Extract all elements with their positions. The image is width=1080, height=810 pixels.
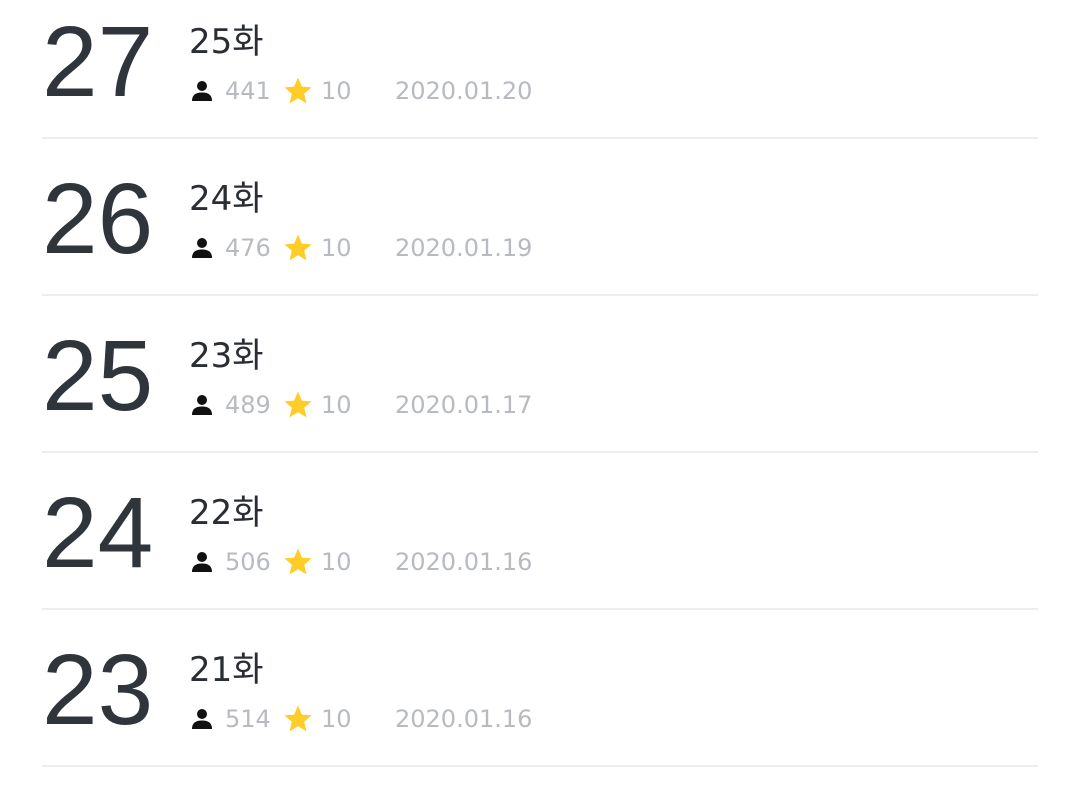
episode-date: 2020.01.20 — [395, 77, 533, 105]
episode-meta: 441 10 2020.01.20 — [191, 74, 532, 108]
person-icon — [192, 395, 212, 415]
star-icon — [284, 705, 312, 732]
rating-value: 10 — [321, 391, 352, 419]
episode-title: 22화 — [189, 493, 264, 533]
episode-row[interactable]: 23 21화 514 10 2020.01.16 — [42, 610, 1038, 767]
episode-title: 23화 — [189, 336, 264, 376]
episode-meta: 506 10 2020.01.16 — [191, 545, 532, 579]
episode-title: 25화 — [189, 22, 264, 62]
episode-row[interactable]: 25 23화 489 10 2020.01.17 — [42, 296, 1038, 453]
view-count: 514 — [225, 705, 271, 733]
star-icon — [284, 548, 312, 575]
episode-number: 25 — [42, 320, 154, 432]
rating-value: 10 — [321, 548, 352, 576]
episode-row[interactable]: 24 22화 506 10 2020.01.16 — [42, 453, 1038, 610]
episode-number: 26 — [42, 163, 154, 275]
person-icon — [192, 238, 212, 258]
view-count: 476 — [225, 234, 271, 262]
episode-date: 2020.01.16 — [395, 548, 533, 576]
episode-row[interactable]: 26 24화 476 10 2020.01.19 — [42, 139, 1038, 296]
star-icon — [284, 234, 312, 261]
person-icon — [192, 709, 212, 729]
view-count: 441 — [225, 77, 271, 105]
star-icon — [284, 391, 312, 418]
episode-meta: 514 10 2020.01.16 — [191, 702, 532, 736]
person-icon — [192, 552, 212, 572]
rating-value: 10 — [321, 234, 352, 262]
episode-number: 27 — [42, 6, 154, 118]
person-icon — [192, 81, 212, 101]
episode-meta: 476 10 2020.01.19 — [191, 231, 532, 265]
rating-value: 10 — [321, 705, 352, 733]
view-count: 489 — [225, 391, 271, 419]
episode-date: 2020.01.17 — [395, 391, 533, 419]
episode-meta: 489 10 2020.01.17 — [191, 388, 532, 422]
episode-date: 2020.01.16 — [395, 705, 533, 733]
episode-list: 27 25화 441 10 2020.01.20 26 24화 476 10 2… — [42, 0, 1038, 767]
view-count: 506 — [225, 548, 271, 576]
episode-title: 21화 — [189, 650, 264, 690]
episode-date: 2020.01.19 — [395, 234, 533, 262]
episode-number: 24 — [42, 477, 154, 589]
episode-number: 23 — [42, 634, 154, 746]
episode-title: 24화 — [189, 179, 264, 219]
episode-row[interactable]: 27 25화 441 10 2020.01.20 — [42, 0, 1038, 139]
rating-value: 10 — [321, 77, 352, 105]
star-icon — [284, 77, 312, 104]
